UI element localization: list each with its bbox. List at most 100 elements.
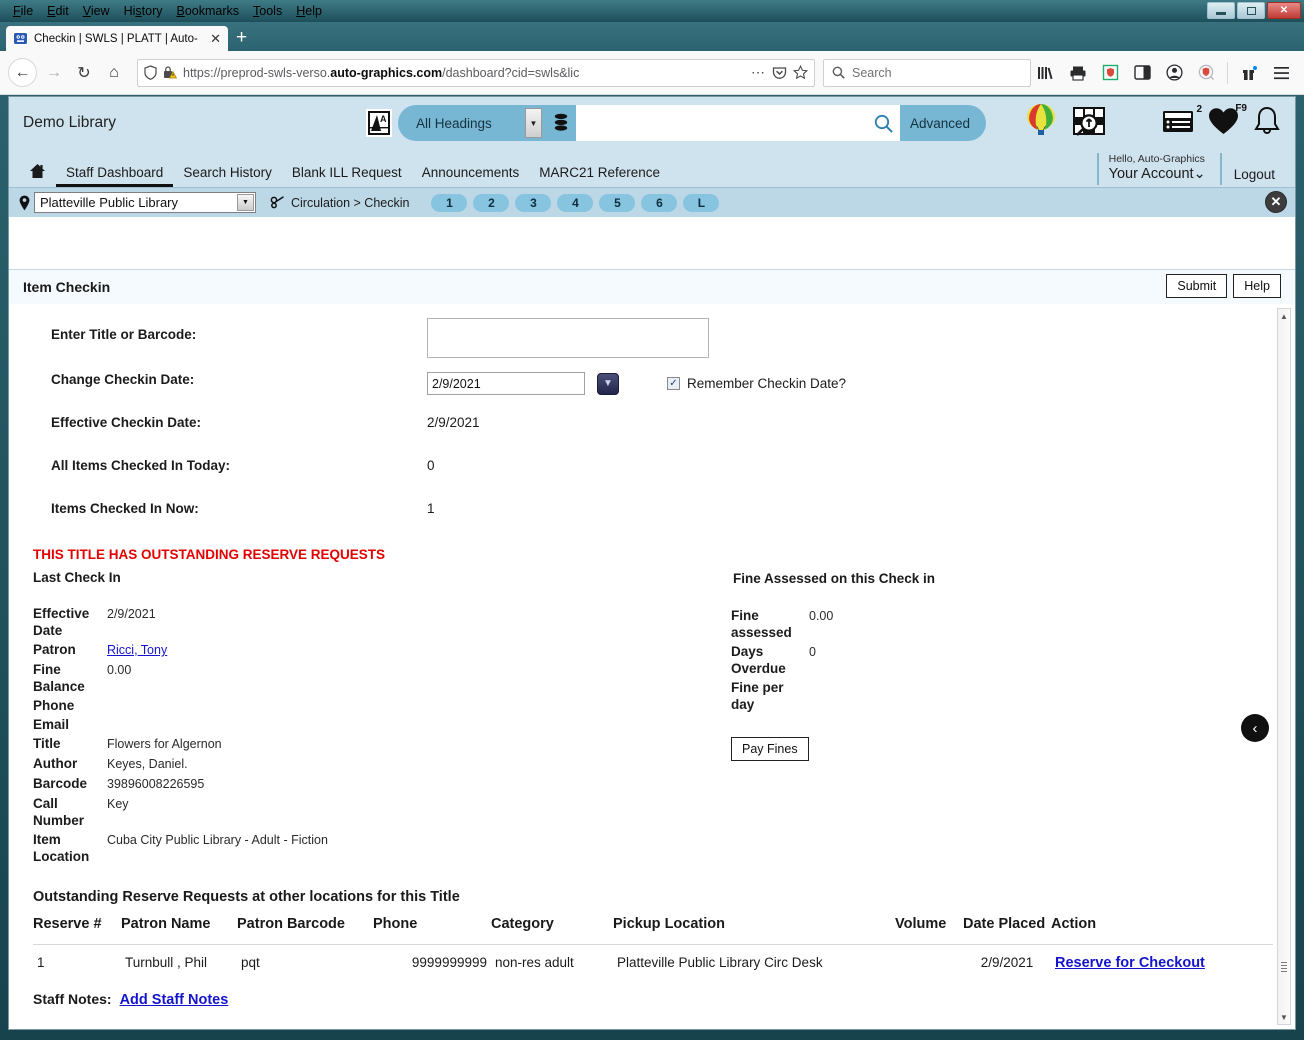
lock-warning-icon <box>163 65 177 80</box>
favicon-icon <box>13 31 28 46</box>
maximize-button[interactable] <box>1237 2 1265 19</box>
reload-icon[interactable]: ↻ <box>69 58 99 88</box>
items-now-value: 1 <box>427 501 435 516</box>
menu-bookmarks[interactable]: Bookmarks <box>170 2 247 20</box>
scrollbar-thumb[interactable] <box>1281 962 1287 972</box>
calendar-picker-icon[interactable]: ▼ <box>597 372 619 395</box>
nav-item-blank-ill-request[interactable]: Blank ILL Request <box>282 165 412 187</box>
scrollbar-track[interactable]: ▲ ▼ <box>1277 308 1291 1025</box>
menu-history[interactable]: History <box>117 2 170 20</box>
form-row-items-now: Items Checked In Now: 1 <box>9 492 1273 535</box>
close-icon[interactable]: ✕ <box>1265 191 1287 213</box>
language-icon[interactable]: A <box>366 109 392 137</box>
location-pin-icon <box>19 195 30 211</box>
field-label: Days Overdue <box>731 644 786 676</box>
checkin-date-input[interactable] <box>427 372 585 395</box>
notifications-bell-icon[interactable] <box>1253 106 1281 136</box>
home-nav-icon[interactable] <box>23 163 56 187</box>
cell-volume <box>895 944 963 981</box>
library-icon[interactable] <box>1031 58 1061 88</box>
close-window-button[interactable]: ✕ <box>1267 2 1301 19</box>
nav-item-search-history[interactable]: Search History <box>173 165 282 187</box>
app-header: Demo Library A All Headings ▼ Advanced 2… <box>9 97 1295 149</box>
gift-icon[interactable] <box>1234 58 1264 88</box>
nav-item-marc21-reference[interactable]: MARC21 Reference <box>529 165 670 187</box>
new-tab-button[interactable]: + <box>236 28 247 47</box>
url-bar[interactable]: https://preprod-swls-verso.auto-graphics… <box>137 58 815 87</box>
scroll-down-icon[interactable]: ▼ <box>1278 1010 1290 1024</box>
back-icon[interactable]: ← <box>8 58 37 87</box>
forward-icon[interactable]: → <box>39 58 69 88</box>
account-menu[interactable]: Hello, Auto-Graphics Your Account⌄ <box>1096 153 1220 185</box>
browser-search-bar[interactable]: Search <box>823 58 1031 87</box>
account-link: Your Account⌄ <box>1108 166 1206 182</box>
logout-button[interactable]: Logout <box>1219 153 1281 185</box>
account-icon[interactable] <box>1159 58 1189 88</box>
reserve-alert: THIS TITLE HAS OUTSTANDING RESERVE REQUE… <box>33 547 386 562</box>
step-button-l[interactable]: L <box>683 193 720 212</box>
help-button[interactable]: Help <box>1233 274 1281 298</box>
barcode-input[interactable] <box>427 318 709 358</box>
add-staff-notes-link[interactable]: Add Staff Notes <box>120 992 229 1008</box>
my-lists-icon[interactable]: 2 <box>1162 104 1202 134</box>
menu-tools[interactable]: Tools <box>246 2 289 20</box>
step-button-1[interactable]: 1 <box>431 193 468 212</box>
advanced-search-button[interactable]: Advanced <box>900 105 987 141</box>
balloon-icon[interactable] <box>1024 102 1058 140</box>
cell-date-placed: 2/9/2021 <box>963 944 1051 981</box>
tab-close-icon[interactable]: ✕ <box>210 31 221 47</box>
step-button-2[interactable]: 2 <box>473 193 510 212</box>
pocket-icon[interactable] <box>772 65 787 80</box>
brand-title: Demo Library <box>23 114 117 131</box>
field-value: Cuba City Public Library - Adult - Ficti… <box>107 833 328 847</box>
submit-button[interactable]: Submit <box>1166 274 1228 298</box>
remember-date-group[interactable]: ✓ Remember Checkin Date? <box>667 376 846 391</box>
chevron-down-icon[interactable]: ▼ <box>525 108 542 138</box>
page-title: Item Checkin <box>23 279 111 295</box>
field-label: Fine assessed <box>731 608 792 640</box>
home-icon[interactable]: ⌂ <box>99 58 129 88</box>
tracking-protection-icon[interactable] <box>1191 58 1221 88</box>
search-submit-icon[interactable] <box>866 105 900 141</box>
step-button-5[interactable]: 5 <box>599 193 636 212</box>
window-titlebar: FFileile Edit View History Bookmarks Too… <box>0 0 1304 22</box>
scroll-up-icon[interactable]: ▲ <box>1278 309 1290 323</box>
hamburger-menu-icon[interactable] <box>1266 58 1296 88</box>
field-value: Ricci, Tony <box>107 639 653 659</box>
chevron-down-icon[interactable]: ▼ <box>237 194 254 211</box>
menu-help[interactable]: Help <box>289 2 329 20</box>
bookmark-star-icon[interactable] <box>793 65 808 80</box>
url-text: https://preprod-swls-verso.auto-graphics… <box>183 65 580 80</box>
remember-date-checkbox[interactable]: ✓ <box>667 377 680 390</box>
browser-tab[interactable]: Checkin | SWLS | PLATT | Auto- ✕ <box>6 26 228 51</box>
database-icon[interactable] <box>546 105 576 141</box>
global-search-input[interactable] <box>576 105 866 141</box>
pay-fines-button[interactable]: Pay Fines <box>731 737 809 761</box>
minimize-button[interactable] <box>1207 2 1235 19</box>
sidebar-icon[interactable] <box>1127 58 1157 88</box>
fine-list: Fine assessed 0.00 Days Overdue 0 Fine p… <box>709 605 1129 713</box>
menu-edit[interactable]: Edit <box>40 2 76 20</box>
reserve-for-checkout-link[interactable]: Reserve for Checkout <box>1055 954 1205 973</box>
step-button-3[interactable]: 3 <box>515 193 552 212</box>
library-select[interactable]: Platteville Public Library ▼ <box>34 192 256 213</box>
search-catalog-icon[interactable] <box>1072 104 1106 138</box>
nav-item-staff-dashboard[interactable]: Staff Dashboard <box>56 165 174 187</box>
nav-item-announcements[interactable]: Announcements <box>412 165 530 187</box>
heading-scope-select[interactable]: All Headings ▼ <box>398 105 546 141</box>
print-icon[interactable] <box>1063 58 1093 88</box>
page-content: Enter Title or Barcode: Change Checkin D… <box>9 304 1273 1029</box>
patron-link[interactable]: Ricci, Tony <box>107 643 167 657</box>
favorites-heart-icon[interactable]: F9 <box>1208 103 1247 135</box>
page-scrollbar[interactable]: ▲ ▼ <box>1273 304 1295 1029</box>
page-actions-icon[interactable]: ⋯ <box>751 64 766 81</box>
page-titlebar: Item Checkin Submit Help <box>9 270 1295 304</box>
step-button-6[interactable]: 6 <box>641 193 678 212</box>
collapse-panel-button[interactable]: ‹ <box>1241 714 1269 742</box>
app-nav-items: Staff Dashboard Search History Blank ILL… <box>23 163 670 187</box>
menu-file[interactable]: FFileile <box>6 2 40 20</box>
extension-shield-icon[interactable] <box>1095 58 1125 88</box>
step-button-4[interactable]: 4 <box>557 193 594 212</box>
menu-view[interactable]: View <box>76 2 117 20</box>
app-navigation: Staff Dashboard Search History Blank ILL… <box>9 149 1295 187</box>
